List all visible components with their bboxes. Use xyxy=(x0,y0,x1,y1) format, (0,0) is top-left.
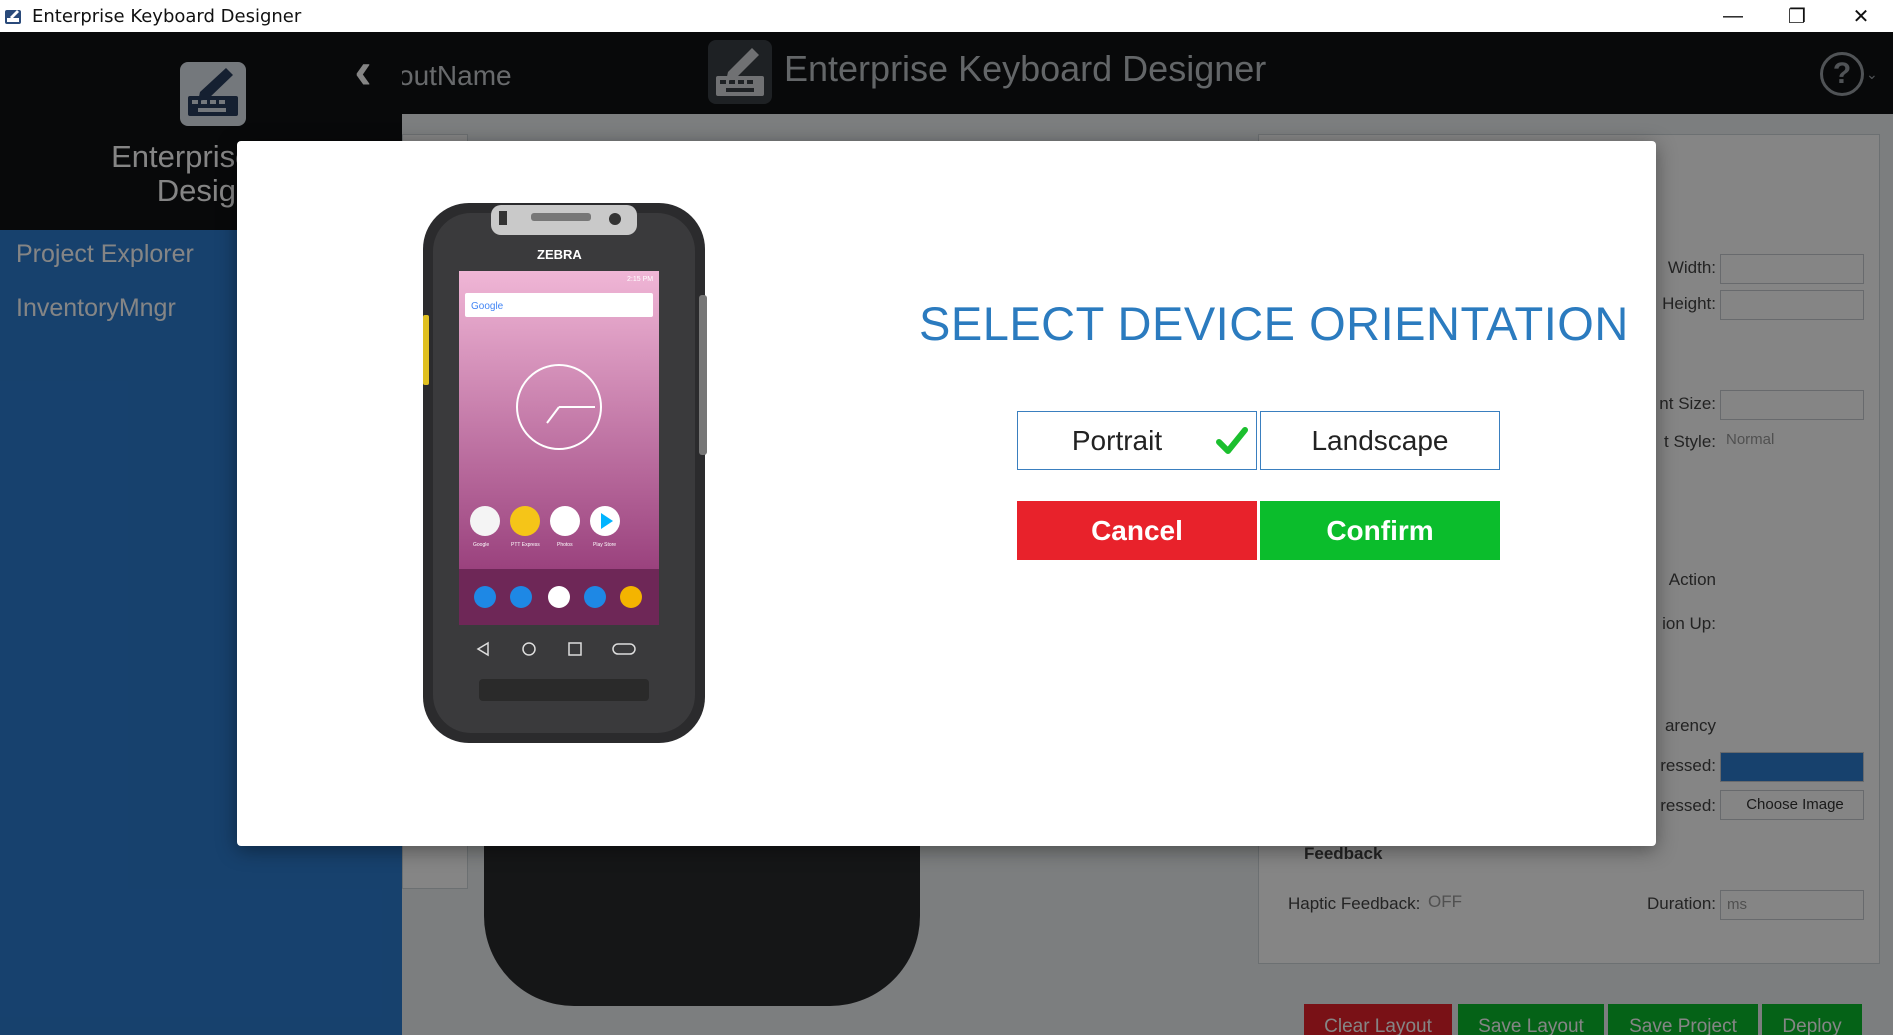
window-title: Enterprise Keyboard Designer xyxy=(32,5,302,27)
app-label: Google xyxy=(473,542,489,548)
app-label: PTT Express xyxy=(511,542,540,548)
device-preview-image: ZEBRA 2:15 PM Google Google PTT Express … xyxy=(419,195,709,745)
landscape-label: Landscape xyxy=(1311,424,1449,456)
search-brand: Google xyxy=(471,301,504,312)
portrait-label: Portrait xyxy=(1071,424,1163,456)
window-titlebar: Enterprise Keyboard Designer — ❐ ✕ xyxy=(0,0,1893,32)
app-label: Play Store xyxy=(593,542,616,548)
minimize-button[interactable]: — xyxy=(1701,0,1765,32)
confirm-button[interactable]: Confirm xyxy=(1260,501,1500,560)
status-time: 2:15 PM xyxy=(627,276,653,283)
portrait-option-button[interactable]: Portrait xyxy=(1017,411,1257,470)
cancel-button[interactable]: Cancel xyxy=(1017,501,1257,560)
dialog-heading: SELECT DEVICE ORIENTATION xyxy=(919,297,1629,350)
checkmark-icon xyxy=(1216,426,1248,456)
app-label: Photos xyxy=(557,542,573,548)
landscape-option-button[interactable]: Landscape xyxy=(1260,411,1500,470)
app-icon xyxy=(3,6,23,26)
close-button[interactable]: ✕ xyxy=(1829,0,1893,32)
restore-button[interactable]: ❐ xyxy=(1765,0,1829,32)
device-brand-label: ZEBRA xyxy=(537,247,582,262)
orientation-dialog: ZEBRA 2:15 PM Google Google PTT Express … xyxy=(237,141,1656,846)
